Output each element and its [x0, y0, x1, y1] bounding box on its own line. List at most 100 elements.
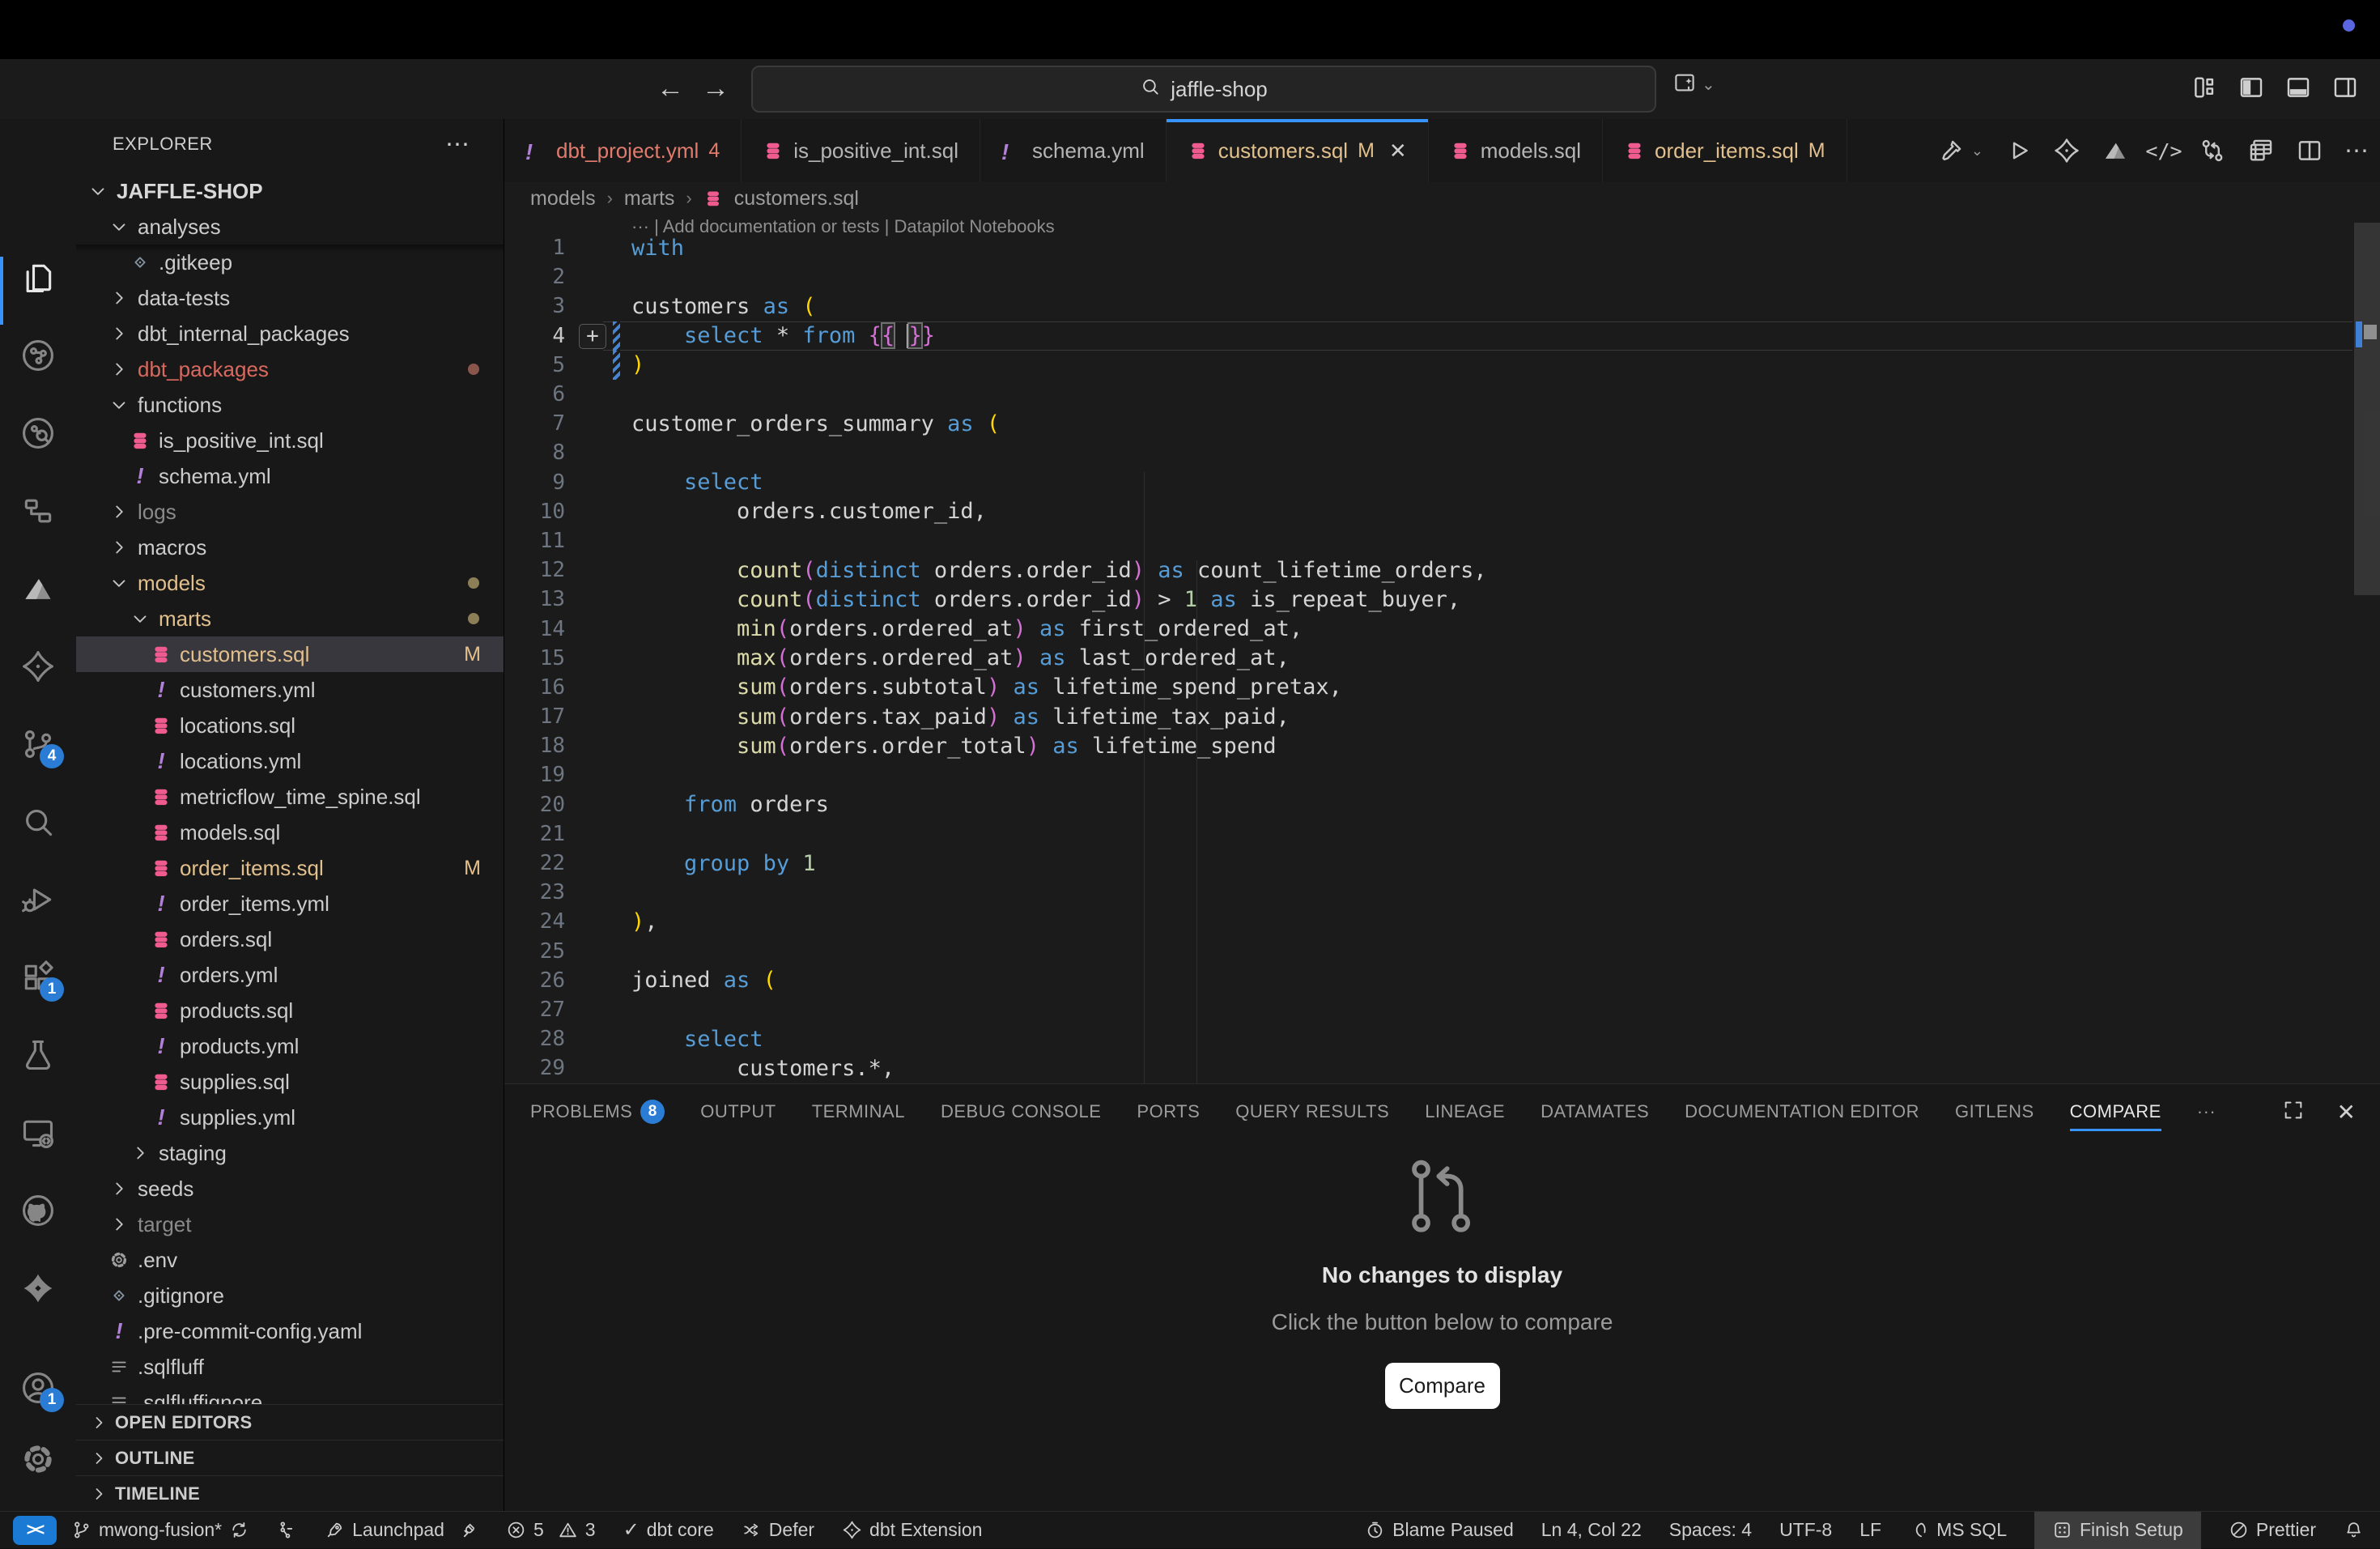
panel-tab-gitlens[interactable]: GITLENS	[1955, 1091, 2034, 1133]
tree-item-supplies.yml[interactable]: !supplies.yml	[76, 1100, 504, 1135]
tree-item-models.sql[interactable]: models.sql	[76, 815, 504, 850]
panel-tab-documentation-editor[interactable]: DOCUMENTATION EDITOR	[1685, 1091, 1919, 1133]
close-panel-icon[interactable]: ✕	[2337, 1099, 2356, 1126]
status-indentation[interactable]: Spaces: 4	[1669, 1519, 1752, 1541]
tree-item-marts[interactable]: marts	[76, 601, 504, 636]
tree-item-metricflow_time_spine.sql[interactable]: metricflow_time_spine.sql	[76, 779, 504, 815]
code-content[interactable]: 1 with 2 3 customers as ( 4 + select * f…	[504, 233, 2380, 1083]
more-actions-icon[interactable]: ⋯	[2344, 137, 2369, 165]
activity-run-and-debug[interactable]	[20, 882, 56, 917]
dbt-power-user-icon[interactable]	[2053, 137, 2080, 164]
add-block-button[interactable]: +	[579, 324, 606, 349]
status-prettier[interactable]: Prettier	[2229, 1519, 2316, 1541]
section-open-editors[interactable]: OPEN EDITORS	[76, 1404, 504, 1440]
build-hammer-icon[interactable]	[1937, 137, 1965, 164]
activity-dbt-lineage[interactable]	[20, 338, 56, 373]
panel-tab-problems[interactable]: PROBLEMS 8	[530, 1091, 665, 1133]
altimate-icon[interactable]	[2102, 137, 2129, 164]
split-editor-icon[interactable]	[2296, 137, 2323, 164]
tree-item-customers.yml[interactable]: !customers.yml	[76, 672, 504, 708]
panel-tab-ports[interactable]: PORTS	[1137, 1091, 1200, 1133]
status-lineage-status[interactable]	[277, 1520, 297, 1540]
remote-indicator[interactable]: ><	[13, 1516, 57, 1545]
run-play-icon[interactable]	[2004, 137, 2032, 164]
tree-item-.env[interactable]: .env	[76, 1242, 504, 1278]
panel-tab-debug-console[interactable]: DEBUG CONSOLE	[941, 1091, 1101, 1133]
tree-item-.pre-commit-config.yaml[interactable]: !.pre-commit-config.yaml	[76, 1313, 504, 1349]
back-arrow-icon[interactable]: ←	[652, 70, 688, 106]
tree-item-logs[interactable]: logs	[76, 494, 504, 530]
close-icon[interactable]: ✕	[1389, 138, 1407, 164]
activity-testing[interactable]	[20, 1037, 56, 1073]
tree-item-locations.yml[interactable]: !locations.yml	[76, 743, 504, 779]
tab-is_positive_int.sql[interactable]: is_positive_int.sql	[742, 119, 980, 182]
tree-item-order_items.yml[interactable]: !order_items.yml	[76, 886, 504, 921]
status-launchpad[interactable]: Launchpad	[325, 1519, 478, 1541]
activity-dbt-power-user[interactable]	[20, 649, 56, 684]
tree-item-dbt_internal_packages[interactable]: dbt_internal_packages	[76, 316, 504, 351]
activity-settings[interactable]	[20, 1441, 56, 1477]
panel-tab-query-results[interactable]: QUERY RESULTS	[1235, 1091, 1389, 1133]
customize-layout-icon[interactable]	[2191, 74, 2218, 101]
chat-sparkle-button[interactable]: ⌄	[1672, 70, 1715, 99]
panel-tab-datamates[interactable]: DATAMATES	[1541, 1091, 1649, 1133]
tree-item-supplies.sql[interactable]: supplies.sql	[76, 1064, 504, 1100]
forward-arrow-icon[interactable]: →	[698, 70, 733, 106]
activity-dbt-lineage-explorer[interactable]	[20, 415, 56, 451]
breadcrumb-item[interactable]: customers.sql	[734, 187, 859, 211]
toggle-sidebar-right-icon[interactable]	[2331, 74, 2359, 101]
status-language-mode[interactable]: MS SQL	[1909, 1519, 2007, 1541]
tree-item-dbt_packages[interactable]: dbt_packages	[76, 351, 504, 387]
tree-item-.gitignore[interactable]: .gitignore	[76, 1278, 504, 1313]
tab-schema.yml[interactable]: ! schema.yml	[980, 119, 1167, 182]
tree-item-.gitkeep[interactable]: .gitkeep	[76, 245, 504, 280]
panel-tab-terminal[interactable]: TERMINAL	[812, 1091, 905, 1133]
tree-item-schema.yml[interactable]: !schema.yml	[76, 458, 504, 494]
more-actions-icon[interactable]: ⋯	[445, 130, 471, 159]
panel-tab-output[interactable]: OUTPUT	[700, 1091, 776, 1133]
status-encoding[interactable]: UTF-8	[1779, 1519, 1832, 1541]
status-eol[interactable]: LF	[1859, 1519, 1881, 1541]
tree-item-orders.sql[interactable]: orders.sql	[76, 921, 504, 957]
tree-item-products.sql[interactable]: products.sql	[76, 993, 504, 1028]
tab-customers.sql[interactable]: customers.sql M ✕	[1167, 119, 1429, 182]
panel-tab--[interactable]: ···	[2197, 1091, 2216, 1133]
git-compare-icon[interactable]	[2199, 137, 2226, 164]
tree-item-target[interactable]: target	[76, 1206, 504, 1242]
tab-order_items.sql[interactable]: order_items.sql M	[1603, 119, 1847, 182]
tree-item-macros[interactable]: macros	[76, 530, 504, 565]
command-center-search[interactable]: jaffle-shop	[751, 66, 1656, 113]
activity-altimate-ai[interactable]	[20, 571, 56, 606]
activity-extensions[interactable]: 1	[20, 960, 56, 995]
compare-button[interactable]: Compare	[1385, 1363, 1500, 1409]
activity-source-control[interactable]: 4	[20, 726, 56, 762]
tree-item-order_items.sql[interactable]: order_items.sql M	[76, 850, 504, 886]
tree-item-.sqlfluff[interactable]: .sqlfluff	[76, 1349, 504, 1385]
activity-accounts[interactable]: 1	[20, 1370, 56, 1406]
editor-scrollbar[interactable]	[2354, 206, 2380, 1083]
activity-search[interactable]	[20, 804, 56, 840]
status-notifications[interactable]	[2344, 1520, 2364, 1540]
tab-models.sql[interactable]: models.sql	[1429, 119, 1603, 182]
code-tag-icon[interactable]: </>	[2150, 137, 2178, 164]
status-git-branch[interactable]: mwong-fusion*	[71, 1519, 249, 1541]
panel-tab-compare[interactable]: COMPARE	[2070, 1091, 2161, 1133]
status-problems-summary[interactable]: 5 3	[506, 1519, 596, 1541]
activity-explorer[interactable]	[20, 260, 56, 296]
tree-item-functions[interactable]: functions	[76, 387, 504, 423]
tree-item-products.yml[interactable]: !products.yml	[76, 1028, 504, 1064]
status-gitlens-blame[interactable]: Blame Paused	[1365, 1519, 1514, 1541]
activity-dbt-extension[interactable]	[20, 1270, 56, 1306]
breadcrumb-item[interactable]: marts	[624, 187, 675, 211]
tree-item-customers.sql[interactable]: customers.sql M	[76, 636, 504, 672]
tree-item-data-tests[interactable]: data-tests	[76, 280, 504, 316]
activity-query-flow[interactable]	[20, 493, 56, 529]
tree-item-seeds[interactable]: seeds	[76, 1171, 504, 1206]
status-dbt-core[interactable]: ✓ dbt core	[623, 1518, 714, 1542]
query-results-icon[interactable]	[2247, 137, 2275, 164]
section-outline[interactable]: OUTLINE	[76, 1440, 504, 1475]
tree-item-is_positive_int.sql[interactable]: is_positive_int.sql	[76, 423, 504, 458]
tree-item-staging[interactable]: staging	[76, 1135, 504, 1171]
tree-item-analyses[interactable]: analyses	[76, 209, 504, 245]
tree-item-orders.yml[interactable]: !orders.yml	[76, 957, 504, 993]
